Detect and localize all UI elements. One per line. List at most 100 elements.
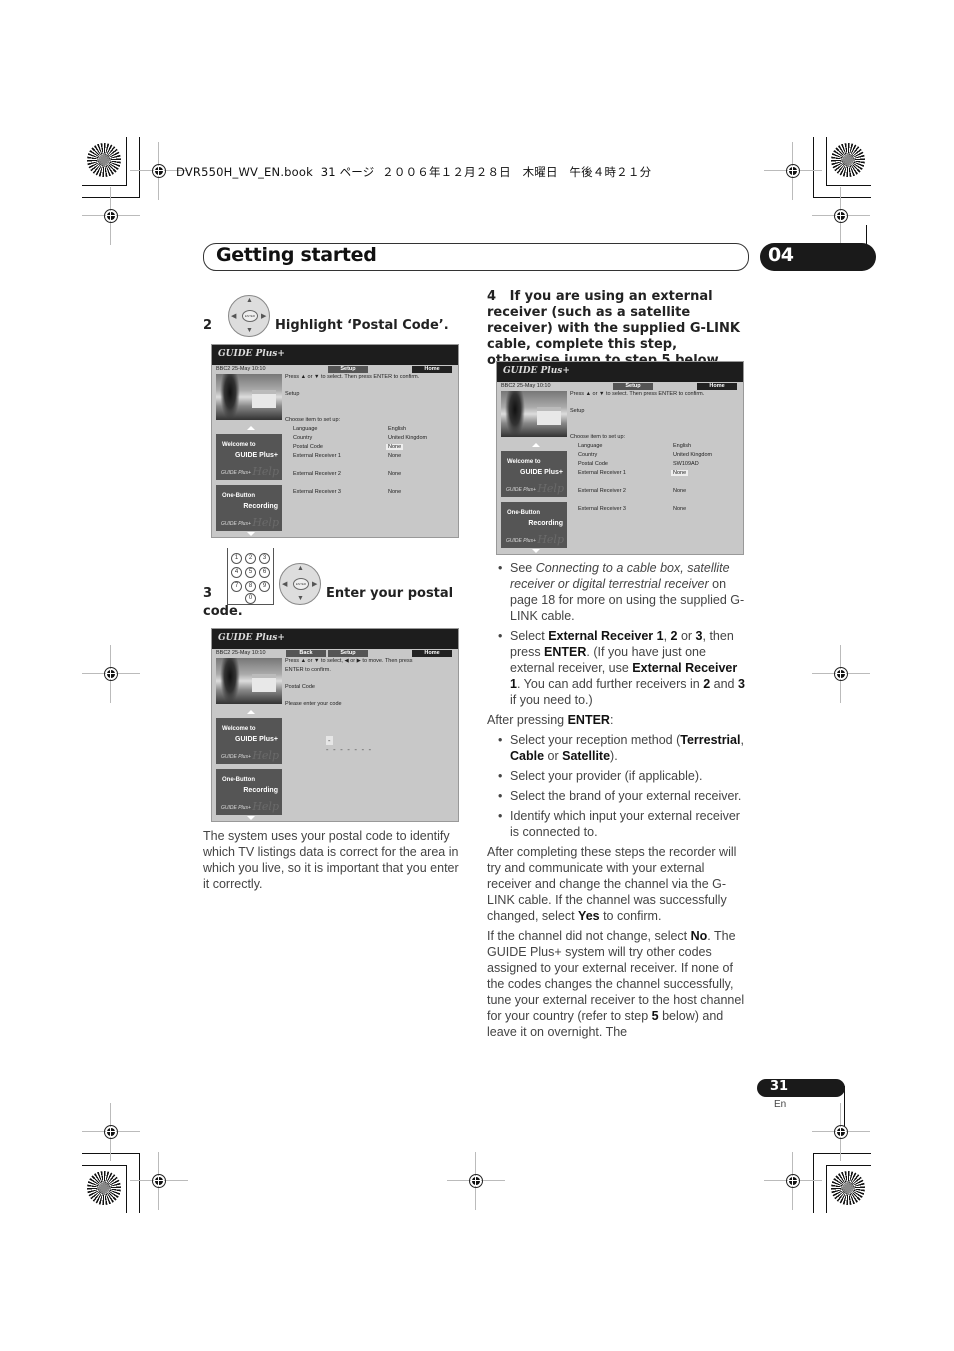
setup-item[interactable]: Country [578,452,597,458]
step-4-bullets: See Connecting to a cable box, satellite… [487,560,749,708]
setup-value-highlighted[interactable]: None [671,470,689,476]
prompt-text: Choose item to set up: [570,434,626,440]
setup-value: English [388,426,407,432]
setup-item[interactable]: External Receiver 2 [578,488,626,494]
crop-line [826,1165,827,1213]
tab-setup[interactable]: Setup [613,383,653,390]
step-4-heading: 4 If you are using an external receiver … [487,289,740,368]
crop-line [826,185,871,186]
tab-home[interactable]: Home [697,383,737,390]
setup-value: United Kingdom [673,452,713,458]
prompt-text: Please enter your code [285,701,342,707]
postal-code-entry[interactable]: - - - - - - - - [317,727,371,763]
tab-home[interactable]: Home [412,650,452,657]
bullet-see-reference: See Connecting to a cable box, satellite… [487,560,749,624]
list-item: Select your provider (if applicable). [487,768,749,784]
setup-value: None [388,489,402,495]
crop-line [813,197,871,198]
setup-item[interactable]: External Receiver 1 [578,470,626,476]
registration-star-top-left [87,143,121,177]
print-header: DVR550H_WV_EN.book 31 ページ ２００６年１２月２８日 木曜… [176,165,652,179]
tab-setup[interactable]: Setup [328,650,368,657]
setup-item[interactable]: External Receiver 2 [293,471,341,477]
registration-mark [82,645,140,703]
postal-code-note: The system uses your postal code to iden… [203,829,459,891]
scroll-down-icon[interactable] [247,816,255,820]
registration-mark [812,645,870,703]
setup-item[interactable]: Language [293,426,317,432]
chapter-title: Getting started [216,244,377,266]
scroll-down-icon[interactable] [532,549,540,553]
cross-reference-link[interactable]: Connecting to a cable box, satellite rec… [510,561,730,591]
crop-line [139,1153,140,1213]
instruction-text: Press ▲ or ▼ to select. Then press ENTER… [570,391,705,397]
setup-value: None [673,506,687,512]
crop-line [813,1153,871,1154]
scroll-up-icon[interactable] [247,426,255,430]
chapter-number: 04 [768,244,794,266]
scroll-down-icon[interactable] [247,532,255,536]
setup-item[interactable]: Postal Code [293,444,323,450]
setup-item[interactable]: Language [578,443,602,449]
channel-info: BBC2 25-May 10:10 [216,650,266,656]
registration-mark [130,1152,188,1210]
guide-screen-setup-receiver: GUIDE Plus+ BBC2 25-May 10:10 Setup Home… [496,361,744,555]
step-2-heading: Highlight ‘Postal Code’. [275,318,449,333]
dpad-enter-icon: ▲ ▼ ◀ ▶ ENTER [228,295,270,337]
bullet-select-receiver: Select External Receiver 1, 2 or 3, then… [487,628,749,708]
section-title: Setup [285,391,300,397]
instruction-text: Press ▲ or ▼ to select. Then press ENTER… [285,374,420,380]
panel-welcome[interactable]: Welcome to GUIDE Plus+ GUIDE Plus+ Help [216,718,282,764]
tab-setup[interactable]: Setup [328,366,368,373]
preview-image [216,374,282,420]
after-enter-label: After pressing ENTER: [487,713,614,727]
list-item: Select the brand of your external receiv… [487,788,749,804]
panel-one-button-recording[interactable]: One-Button Recording GUIDE Plus+ Help [216,485,282,531]
crop-line [139,137,140,197]
setup-value-highlighted[interactable]: None [386,444,404,450]
registration-mark [812,1103,870,1161]
scroll-up-icon[interactable] [247,710,255,714]
step-3-heading: Enter your postal [326,586,454,601]
setup-item[interactable]: Country [293,435,312,441]
registration-mark [82,187,140,245]
setup-value: United Kingdom [388,435,428,441]
registration-mark [447,1152,505,1210]
page-edge-line [844,1086,845,1126]
setup-item[interactable]: External Receiver 1 [293,453,341,459]
registration-star-top-right [831,143,865,177]
instruction-text: Press ▲ or ▼ to select, ◀ or ▶ to move. … [285,658,413,664]
guide-plus-logo: GUIDE Plus+ [218,633,285,643]
registration-mark [764,1152,822,1210]
guide-screen-postal-code: GUIDE Plus+ BBC2 25-May 10:10 Back Setup… [211,628,459,822]
setup-item[interactable]: Postal Code [578,461,608,467]
panel-one-button-recording[interactable]: One-Button Recording GUIDE Plus+ Help [501,502,567,548]
preview-image [501,391,567,437]
step-2-number: 2 [203,318,213,333]
channel-info: BBC2 25-May 10:10 [501,383,551,389]
step-3-heading-cont: code. [203,604,243,619]
tab-back[interactable]: Back [286,650,326,657]
setup-value: None [388,453,402,459]
guide-screen-setup: GUIDE Plus+ BBC2 25-May 10:10 Setup Home… [211,344,459,538]
setup-item[interactable]: External Receiver 3 [578,506,626,512]
page-language: En [774,1099,787,1110]
panel-one-button-recording[interactable]: One-Button Recording GUIDE Plus+ Help [216,769,282,815]
setup-value: SW109AD [673,461,699,467]
crop-line [82,197,140,198]
crop-line [82,185,127,186]
list-item: Identify which input your external recei… [487,808,749,840]
paragraph-confirm: After completing these steps the recorde… [487,845,737,923]
registration-mark [130,142,188,200]
crop-line [813,1153,814,1213]
section-title: Postal Code [285,684,315,690]
step-3-number: 3 [203,586,213,601]
panel-welcome[interactable]: Welcome to GUIDE Plus+ GUIDE Plus+ Help [216,434,282,480]
scroll-up-icon[interactable] [532,443,540,447]
number-keypad-icon: 1 2 3 4 5 6 7 8 9 0 [227,548,274,605]
step-4-body: See Connecting to a cable box, satellite… [487,560,749,1040]
guide-plus-logo: GUIDE Plus+ [503,366,570,376]
setup-item[interactable]: External Receiver 3 [293,489,341,495]
panel-welcome[interactable]: Welcome to GUIDE Plus+ GUIDE Plus+ Help [501,451,567,497]
tab-home[interactable]: Home [412,366,452,373]
